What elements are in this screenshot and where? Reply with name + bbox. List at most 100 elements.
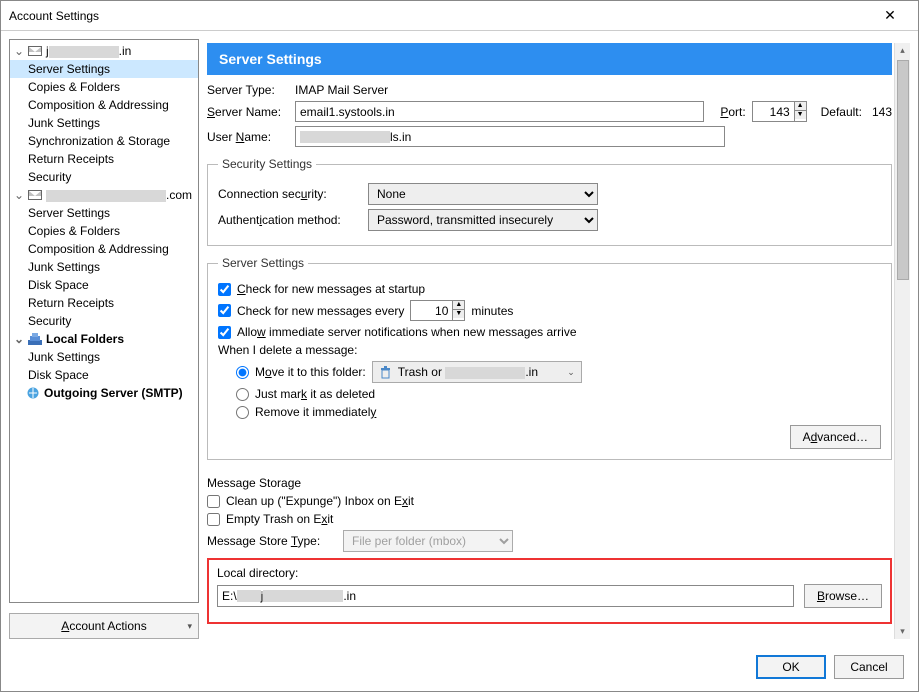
tree-item-local-disk[interactable]: Disk Space — [10, 366, 198, 384]
security-legend: Security Settings — [218, 157, 316, 171]
move-folder-label: Trash or .in — [398, 365, 538, 379]
chk-startup[interactable] — [218, 283, 231, 296]
trash-icon — [379, 366, 392, 379]
account-label: .com — [46, 188, 192, 202]
chk-allow-notify[interactable] — [218, 326, 231, 339]
delete-label: When I delete a message: — [218, 343, 881, 357]
server-name-input[interactable] — [295, 101, 704, 122]
server-settings-group: Server Settings Check for new messages a… — [207, 256, 892, 460]
radio-mark[interactable] — [236, 388, 249, 401]
store-type-label: Message Store Type: — [207, 534, 337, 548]
vertical-scrollbar[interactable]: ▴ ▾ — [894, 43, 910, 639]
spin-up-icon[interactable]: ▲ — [795, 102, 806, 111]
caret-down-icon: ▾ — [187, 621, 192, 632]
radio-remove-label: Remove it immediately — [255, 405, 376, 419]
chk-empty-label: Empty Trash on Exit — [226, 512, 333, 526]
twisty-icon[interactable]: ⌄ — [14, 188, 24, 202]
radio-mark-label: Just mark it as deleted — [255, 387, 375, 401]
local-dir-input[interactable]: E:\j.in — [217, 585, 794, 607]
tree-item-server-settings[interactable]: Server Settings — [10, 60, 198, 78]
scroll-up-icon[interactable]: ▴ — [900, 43, 905, 58]
account-node-1[interactable]: ⌄ j.in — [10, 42, 198, 60]
store-type-select: File per folder (mbox) — [343, 530, 513, 552]
ok-button[interactable]: OK — [756, 655, 826, 679]
security-settings-group: Security Settings Connection security: N… — [207, 157, 892, 246]
close-icon[interactable]: ✕ — [870, 7, 910, 24]
twisty-icon[interactable]: ⌄ — [14, 44, 24, 58]
chk-every-label: Check for new messages every — [237, 304, 404, 318]
tree-item-security-2[interactable]: Security — [10, 312, 198, 330]
mail-icon — [28, 46, 42, 56]
local-folders-label: Local Folders — [46, 332, 124, 346]
tree-item-junk[interactable]: Junk Settings — [10, 114, 198, 132]
tree-item-disk-space-2[interactable]: Disk Space — [10, 276, 198, 294]
radio-remove[interactable] — [236, 406, 249, 419]
interval-input[interactable] — [410, 300, 452, 321]
window-title: Account Settings — [9, 9, 870, 23]
local-directory-highlight: Local directory: E:\j.in Browse… — [207, 558, 892, 624]
tree-item-sync-storage[interactable]: Synchronization & Storage — [10, 132, 198, 150]
server-name-label: Server Name: — [207, 105, 289, 119]
tree-item-copies-folders-2[interactable]: Copies & Folders — [10, 222, 198, 240]
connection-security-select[interactable]: None — [368, 183, 598, 205]
tree-item-composition-2[interactable]: Composition & Addressing — [10, 240, 198, 258]
tree-item-return-receipts[interactable]: Return Receipts — [10, 150, 198, 168]
chk-empty-trash[interactable] — [207, 513, 220, 526]
chk-every[interactable] — [218, 304, 231, 317]
server-type-label: Server Type: — [207, 83, 289, 97]
smtp-icon — [26, 387, 40, 399]
port-label: Port: — [720, 105, 745, 119]
panel-heading: Server Settings — [207, 43, 892, 75]
server-legend: Server Settings — [218, 256, 308, 270]
account-node-2[interactable]: ⌄ .com — [10, 186, 198, 204]
smtp-node[interactable]: Outgoing Server (SMTP) — [10, 384, 198, 402]
tree-item-local-junk[interactable]: Junk Settings — [10, 348, 198, 366]
tree-item-return-receipts-2[interactable]: Return Receipts — [10, 294, 198, 312]
connection-security-label: Connection security: — [218, 187, 362, 201]
cancel-button[interactable]: Cancel — [834, 655, 904, 679]
chk-expunge-label: Clean up ("Expunge") Inbox on Exit — [226, 494, 414, 508]
mail-icon — [28, 190, 42, 200]
tree-item-copies-folders[interactable]: Copies & Folders — [10, 78, 198, 96]
account-label: j.in — [46, 44, 131, 58]
twisty-icon[interactable]: ⌄ — [14, 332, 24, 346]
scroll-down-icon[interactable]: ▾ — [900, 624, 905, 639]
spin-down-icon[interactable]: ▼ — [795, 111, 806, 119]
tree-item-composition[interactable]: Composition & Addressing — [10, 96, 198, 114]
message-storage-group: Message Storage Clean up ("Expunge") Inb… — [207, 470, 892, 624]
interval-stepper[interactable]: ▲▼ — [410, 300, 465, 321]
interval-unit: minutes — [471, 304, 513, 318]
chk-expunge[interactable] — [207, 495, 220, 508]
tree-item-junk-2[interactable]: Junk Settings — [10, 258, 198, 276]
spin-down-icon[interactable]: ▼ — [453, 310, 464, 318]
auth-method-select[interactable]: Password, transmitted insecurely — [368, 209, 598, 231]
tree-item-security[interactable]: Security — [10, 168, 198, 186]
auth-method-label: Authentication method: — [218, 213, 362, 227]
scroll-thumb[interactable] — [897, 60, 909, 280]
account-tree[interactable]: ⌄ j.in Server Settings Copies & Folders … — [9, 39, 199, 603]
chk-startup-label: Check for new messages at startup — [237, 282, 425, 296]
port-stepper[interactable]: ▲▼ — [752, 101, 807, 122]
folder-icon — [28, 333, 42, 345]
smtp-label: Outgoing Server (SMTP) — [44, 386, 183, 400]
radio-move[interactable] — [236, 366, 249, 379]
account-actions-label: Account Actions — [61, 619, 146, 633]
account-actions-button[interactable]: Account Actions ▾ — [9, 613, 199, 639]
local-dir-label: Local directory: — [217, 566, 882, 580]
port-input[interactable] — [752, 101, 794, 122]
radio-move-label: Move it to this folder: — [255, 365, 366, 379]
default-label: Default: — [821, 105, 862, 119]
server-type-value: IMAP Mail Server — [295, 83, 388, 97]
chk-allow-label: Allow immediate server notifications whe… — [237, 325, 577, 339]
user-name-label: User Name: — [207, 130, 289, 144]
move-folder-select[interactable]: Trash or .in ⌄ — [372, 361, 582, 383]
caret-down-icon: ⌄ — [567, 367, 575, 378]
local-folders-node[interactable]: ⌄ Local Folders — [10, 330, 198, 348]
storage-legend: Message Storage — [207, 476, 892, 490]
tree-item-server-settings-2[interactable]: Server Settings — [10, 204, 198, 222]
advanced-button[interactable]: Advanced… — [790, 425, 881, 449]
spin-up-icon[interactable]: ▲ — [453, 301, 464, 310]
browse-button[interactable]: Browse… — [804, 584, 882, 608]
user-name-input[interactable]: ls.in — [295, 126, 725, 147]
default-value: 143 — [872, 105, 892, 119]
